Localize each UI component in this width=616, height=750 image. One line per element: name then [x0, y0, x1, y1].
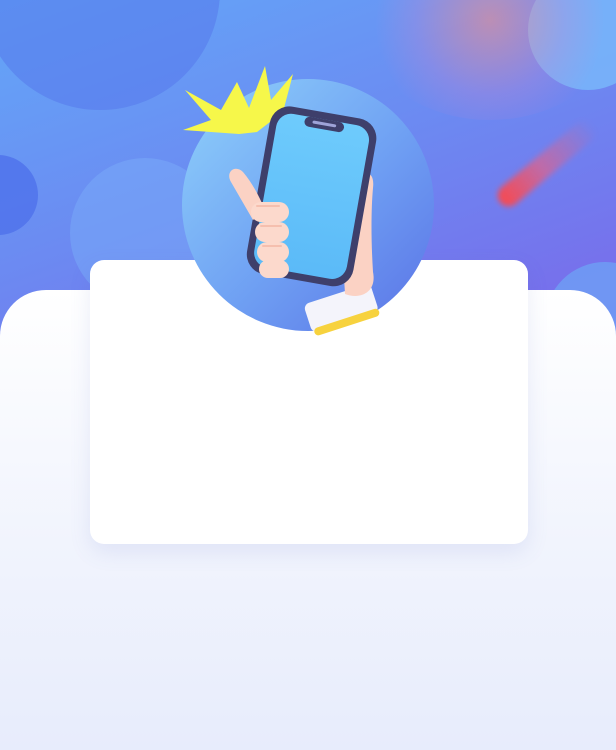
page [0, 0, 616, 750]
comet-icon [493, 116, 600, 211]
decorative-bubble [0, 155, 38, 235]
phone-illustration-svg [182, 66, 434, 336]
hand-finger [259, 260, 289, 278]
hand-holding-phone-icon [165, 60, 455, 350]
